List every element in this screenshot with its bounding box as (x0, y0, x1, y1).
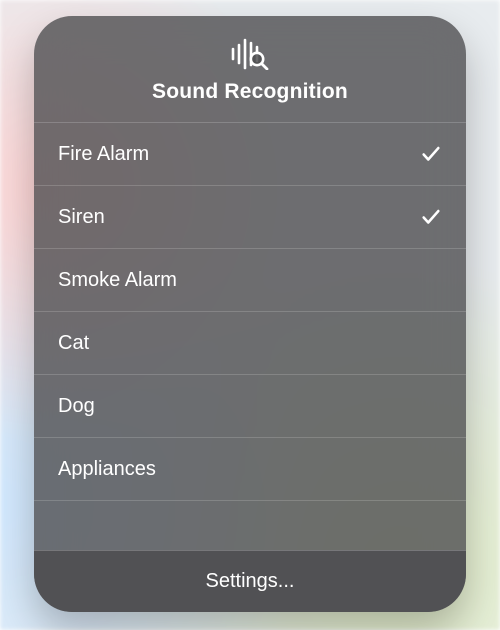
sounds-list[interactable]: Fire Alarm Siren Smoke Alarm Cat Dog (34, 123, 466, 612)
sound-label: Fire Alarm (58, 143, 149, 166)
panel-header: Sound Recognition (34, 16, 466, 123)
sound-row-siren[interactable]: Siren (34, 186, 466, 249)
checkmark-icon (416, 143, 442, 165)
sound-row-dog[interactable]: Dog (34, 375, 466, 438)
sound-label: Smoke Alarm (58, 269, 177, 292)
sound-label: Appliances (58, 458, 156, 481)
sound-row-appliances[interactable]: Appliances (34, 438, 466, 501)
sound-row-cat[interactable]: Cat (34, 312, 466, 375)
sound-row-fire-alarm[interactable]: Fire Alarm (34, 123, 466, 186)
sound-row-smoke-alarm[interactable]: Smoke Alarm (34, 249, 466, 312)
checkmark-icon (416, 206, 442, 228)
sound-label: Cat (58, 332, 89, 355)
sound-recognition-panel: Sound Recognition Fire Alarm Siren Smoke… (34, 16, 466, 612)
panel-title: Sound Recognition (34, 80, 466, 104)
sound-recognition-icon (34, 38, 466, 70)
settings-button[interactable]: Settings... (34, 550, 466, 612)
sound-label: Siren (58, 206, 105, 229)
settings-label: Settings... (206, 570, 295, 593)
sound-label: Dog (58, 395, 95, 418)
